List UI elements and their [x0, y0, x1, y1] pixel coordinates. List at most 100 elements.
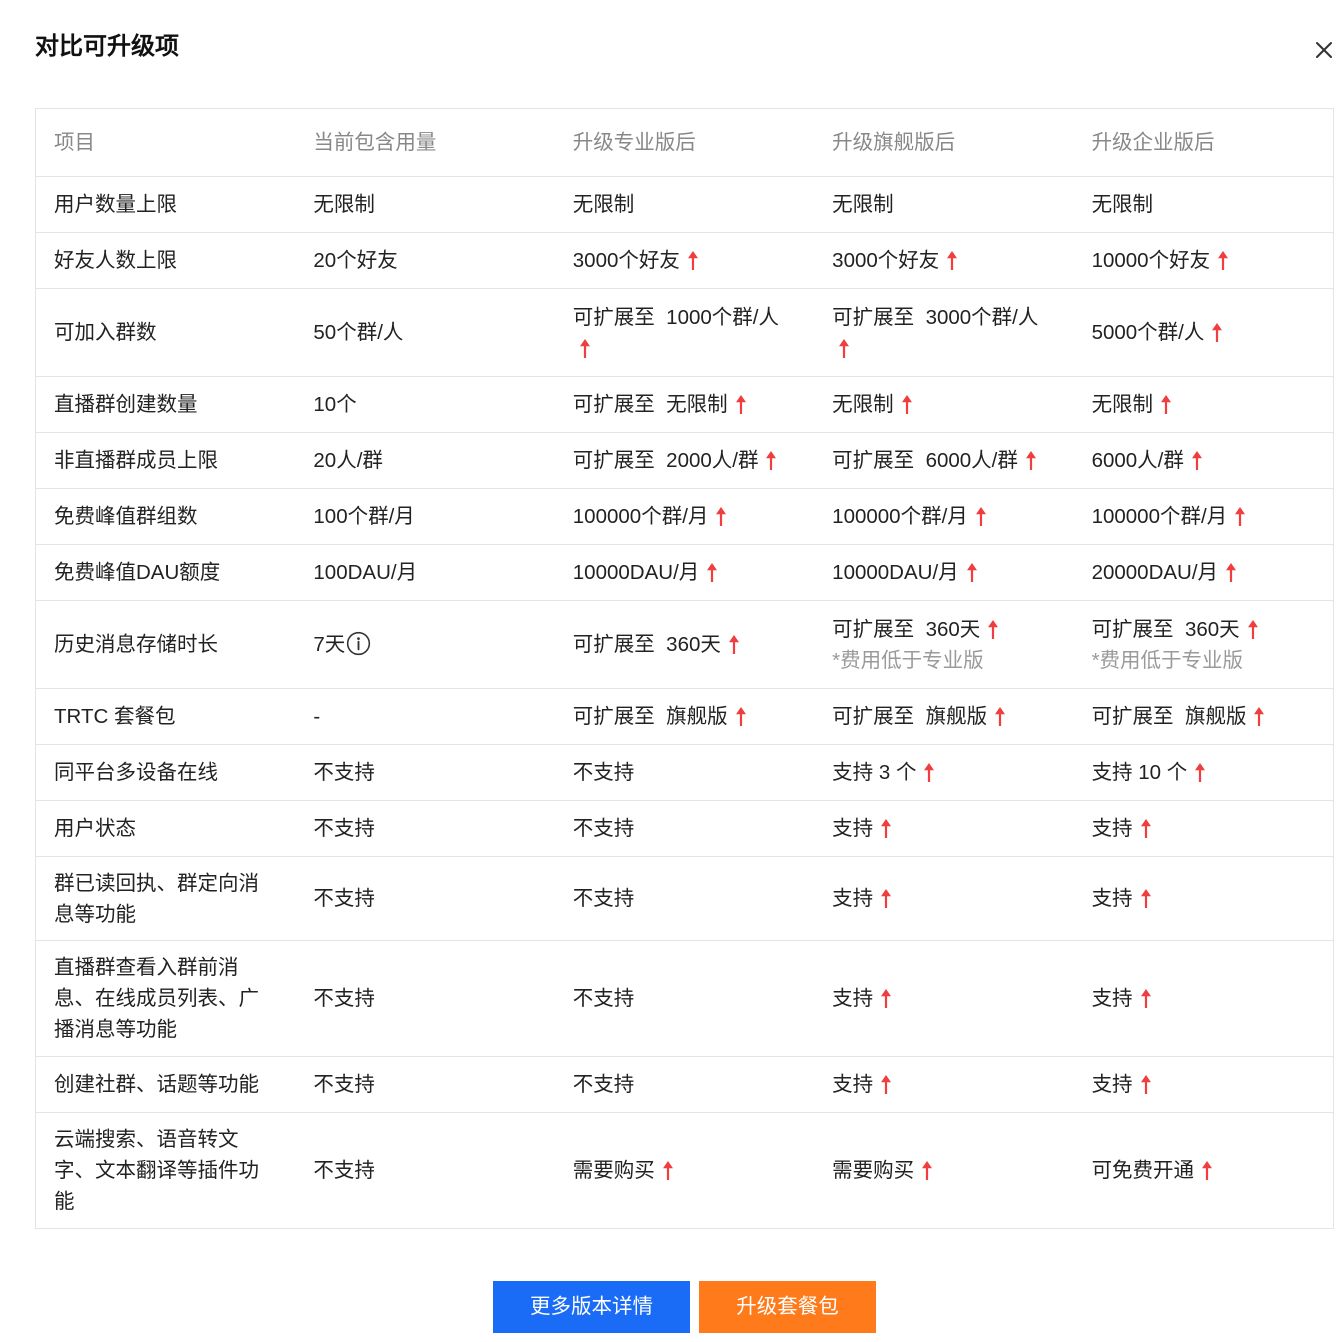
info-icon[interactable]: [346, 631, 371, 656]
cell-value-line: 100DAU/月: [313, 557, 530, 588]
cell-value: 可扩展至 1000个群/人: [572, 305, 779, 329]
row-item-label: 云端搜索、语音转文字、文本翻译等插件功能: [54, 1128, 259, 1213]
cell-value-line: 不支持: [313, 1069, 530, 1100]
cell-value: 50个群/人: [313, 321, 404, 344]
row-item-label: 用户状态: [54, 817, 136, 840]
cell-value: 不支持: [572, 987, 635, 1010]
cell-current: 100DAU/月: [295, 545, 554, 600]
cell-value-line: 支持: [1092, 813, 1309, 844]
cell-value: 可扩展至 旗舰版: [1091, 705, 1247, 728]
cell-value-line: 6000人/群: [1092, 445, 1309, 476]
row-item-label: 历史消息存储时长: [54, 633, 218, 656]
cell-pro: 3000个好友: [555, 233, 814, 288]
cell-current: -: [295, 689, 554, 744]
up-arrow-icon: [1195, 763, 1206, 782]
cell-value-line: 可扩展至 无限制: [573, 389, 790, 420]
cell-value: 无限制: [572, 193, 635, 216]
up-arrow-icon: [766, 451, 777, 470]
cell-flagship: 无限制: [814, 177, 1073, 232]
cell-current: 不支持: [295, 941, 554, 1056]
cell-value: 10个: [313, 393, 357, 416]
cell-value: 无限制: [832, 393, 894, 416]
table-row: 用户数量上限 无限制 无限制 无限制 无限制: [36, 177, 1333, 233]
cell-pro: 100000个群/月: [555, 489, 814, 544]
row-item-label: 好友人数上限: [54, 249, 177, 272]
cell-flagship: 可扩展至 6000人/群: [814, 433, 1073, 488]
cell-pro: 需要购买: [555, 1113, 814, 1228]
cell-value: 7天: [313, 633, 346, 656]
up-arrow-icon: [1212, 323, 1223, 342]
up-arrow-icon: [947, 251, 958, 270]
cell-value: 需要购买: [832, 1159, 915, 1182]
cell-flagship: 支持: [814, 801, 1073, 856]
cell-current: 20人/群: [295, 433, 554, 488]
cell-current: 10个: [295, 377, 554, 432]
row-item-label: 非直播群成员上限: [54, 449, 218, 472]
more-version-details-button[interactable]: 更多版本详情: [493, 1281, 690, 1333]
cell-value: 100个群/月: [313, 505, 415, 528]
up-arrow-icon: [988, 619, 999, 639]
cell-value: 可扩展至 无限制: [572, 393, 728, 416]
up-arrow-icon: [1140, 819, 1151, 838]
cell-value-line: 50个群/人: [313, 317, 530, 348]
up-arrow-icon: [1140, 989, 1151, 1008]
cell-pro: 不支持: [555, 1057, 814, 1112]
cell-flagship: 支持 3 个: [814, 745, 1073, 800]
table-row: 免费峰值群组数 100个群/月 100000个群/月 100000个群/月 100000…: [36, 489, 1333, 545]
table-row: 同平台多设备在线 不支持 不支持 支持 3 个 支持 10 个: [36, 745, 1333, 801]
cell-value: -: [313, 705, 321, 728]
cell-value: 可免费开通: [1091, 1159, 1195, 1182]
cell-value: 100DAU/月: [313, 561, 418, 584]
cell-enterprise: 支持 10 个: [1074, 745, 1333, 800]
upgrade-package-button[interactable]: 升级套餐包: [699, 1281, 876, 1333]
cell-pro: 可扩展至 无限制: [555, 377, 814, 432]
cell-value: 不支持: [572, 761, 635, 784]
cell-enterprise: 无限制: [1074, 177, 1333, 232]
cell-value: 支持: [1091, 817, 1133, 840]
cell-value: 无限制: [1091, 393, 1154, 416]
cell-flagship: 支持: [814, 857, 1073, 940]
cell-flagship: 无限制: [814, 377, 1073, 432]
cell-value: 不支持: [313, 1159, 375, 1182]
cell-value-line: 20000DAU/月: [1092, 557, 1309, 588]
cell-value-line: 支持: [832, 1069, 1049, 1100]
cell-value-line: 可扩展至 旗舰版: [832, 701, 1049, 732]
cell-value: 支持 3 个: [832, 761, 917, 784]
cell-value-line: 10000DAU/月: [573, 557, 790, 588]
cell-current: 不支持: [295, 745, 554, 800]
cell-value: 支持: [1091, 1073, 1133, 1096]
cell-value-line: 可扩展至 3000个群/人: [832, 302, 1049, 364]
cell-value-line: 支持: [1092, 983, 1309, 1014]
cell-flagship: 支持: [814, 941, 1073, 1056]
close-button[interactable]: [1315, 41, 1333, 59]
cell-value-line: 支持: [832, 883, 1049, 914]
cell-current: 不支持: [295, 801, 554, 856]
cell-value: 支持: [1091, 887, 1133, 910]
cell-value: 6000人/群: [1091, 449, 1184, 472]
cell-value: 不支持: [572, 1073, 635, 1096]
table-row: 历史消息存储时长 7天 可扩展至 360天 可扩展至 360天 *费用低于专业版 可扩展至…: [36, 601, 1333, 689]
cell-pro: 可扩展至 旗舰版: [555, 689, 814, 744]
cell-flagship: 10000DAU/月: [814, 545, 1073, 600]
cell-value-line: 不支持: [573, 983, 790, 1014]
cell-enterprise: 支持: [1074, 857, 1333, 940]
cell-value-line: 支持: [832, 813, 1049, 844]
cell-flagship: 可扩展至 旗舰版: [814, 689, 1073, 744]
dialog-title: 对比可升级项: [35, 33, 179, 60]
cell-value: 无限制: [1091, 193, 1154, 216]
column-header-pro: 升级专业版后: [572, 131, 696, 154]
table-row: 好友人数上限 20个好友 3000个好友 3000个好友 10000个好友: [36, 233, 1333, 289]
cell-value-line: 10000个好友: [1092, 245, 1309, 276]
up-arrow-icon: [687, 251, 698, 270]
cell-flagship: 支持: [814, 1057, 1073, 1112]
up-arrow-icon: [735, 395, 746, 414]
up-arrow-icon: [881, 989, 892, 1008]
cell-enterprise: 可扩展至 旗舰版: [1074, 689, 1333, 744]
cell-value: 3000个好友: [832, 249, 940, 272]
cell-value: 5000个群/人: [1091, 321, 1205, 344]
cell-note: *费用低于专业版: [1091, 648, 1244, 672]
cell-enterprise: 无限制: [1074, 377, 1333, 432]
comparison-table: 项目 当前包含用量 升级专业版后 升级旗舰版后 升级企业版后 用户数量上限 无限制 无限制无…: [35, 108, 1334, 1229]
row-item-label: 可加入群数: [54, 321, 157, 344]
cell-value-line: 支持 3 个: [832, 757, 1049, 788]
